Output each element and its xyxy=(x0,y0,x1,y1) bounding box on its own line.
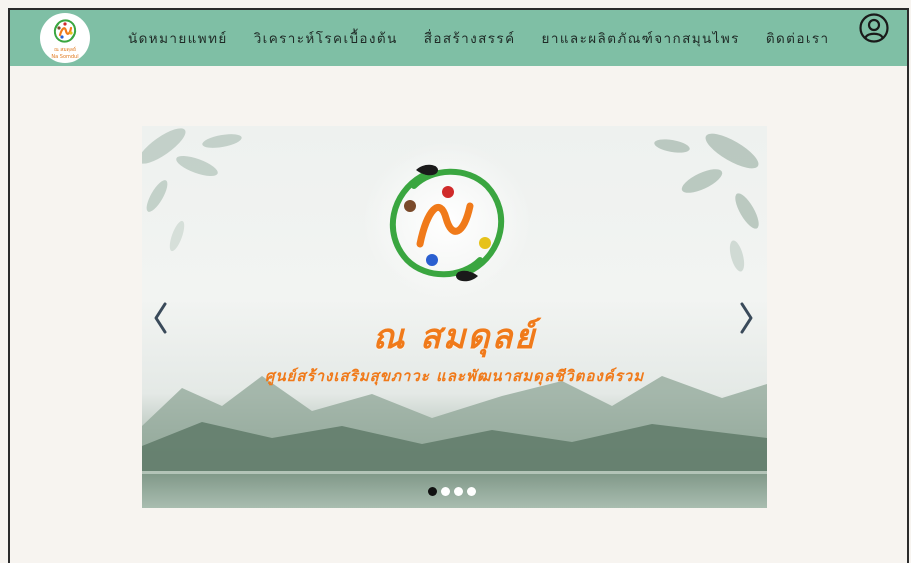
slide-brand-logo-icon xyxy=(389,164,505,282)
carousel-indicators xyxy=(428,487,476,496)
carousel-dot[interactable] xyxy=(467,487,476,496)
carousel-dot[interactable] xyxy=(441,487,450,496)
nav-menu: นัดหมายแพทย์ วิเคราะห์โรคเบื้องต้น สื่อส… xyxy=(128,10,829,66)
nav-item-diagnosis[interactable]: วิเคราะห์โรคเบื้องต้น xyxy=(254,27,398,49)
logo-caption-latin: Na Somdul xyxy=(51,54,79,60)
brand-logo-icon xyxy=(53,19,77,43)
user-circle-icon[interactable] xyxy=(858,12,890,44)
chevron-left-icon[interactable] xyxy=(150,298,170,338)
brand-logo[interactable]: ณ สมดุลย์ Na Somdul xyxy=(40,13,90,63)
slide-title: ณ สมดุลย์ xyxy=(372,317,537,357)
carousel-dot[interactable] xyxy=(428,487,437,496)
chevron-right-icon[interactable] xyxy=(737,298,757,338)
nav-item-media[interactable]: สื่อสร้างสรรค์ xyxy=(424,27,516,49)
nav-item-contact[interactable]: ติดต่อเรา xyxy=(766,27,830,49)
logo-caption-thai: ณ สมดุลย์ xyxy=(54,47,76,53)
nav-item-appointment[interactable]: นัดหมายแพทย์ xyxy=(128,27,228,49)
top-navbar: ณ สมดุลย์ Na Somdul นัดหมายแพทย์ วิเคราะ… xyxy=(10,10,907,66)
carousel-dot[interactable] xyxy=(454,487,463,496)
nav-item-herbal-products[interactable]: ยาและผลิตภัณฑ์จากสมุนไพร xyxy=(542,27,740,49)
hero-carousel: ณ สมดุลย์ ศูนย์สร้างเสริมสุขภาวะ และพัฒน… xyxy=(142,126,767,508)
slide-subtitle: ศูนย์สร้างเสริมสุขภาวะ และพัฒนาสมดุลชีวิ… xyxy=(264,367,645,385)
